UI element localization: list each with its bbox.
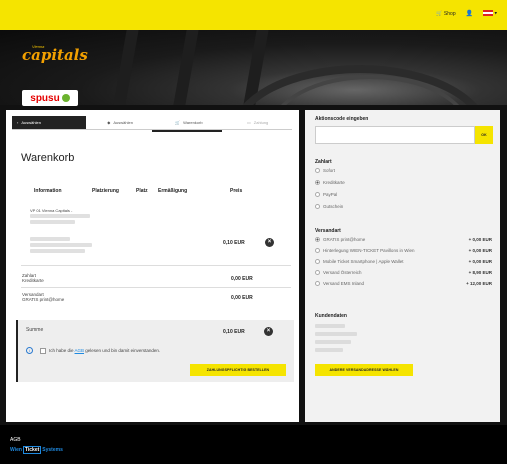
- shipping-price: + 0,00 EUR: [468, 237, 492, 242]
- shipping-price: + 12,00 EUR: [466, 281, 492, 286]
- step-select[interactable]: ‹ Auswählen: [12, 116, 86, 129]
- footer: AGB Wien Ticket Systems: [0, 425, 507, 464]
- radio-icon: [315, 270, 320, 275]
- sum-price: 0,10 EUR: [223, 329, 245, 335]
- capitals-logo[interactable]: Vienna capitals: [22, 44, 90, 70]
- ticket-price: 0,10 EUR: [223, 240, 245, 246]
- redacted-text: [315, 348, 343, 352]
- change-address-button[interactable]: ANDERE VERSANDADRESSE WÄHLEN: [315, 364, 413, 376]
- payment-option-sofort[interactable]: Sofort: [315, 168, 335, 173]
- shop-link[interactable]: 🛒 Shop: [436, 11, 455, 17]
- shipping-option-pavillon[interactable]: Hinterlegung WIEN-TICKET Pavillons in Wi…: [315, 248, 414, 253]
- shipping-option-ems[interactable]: Versand EMS Inland: [315, 281, 364, 286]
- divider: [21, 265, 291, 266]
- wien-ticket-logo[interactable]: Wien Ticket Systems: [10, 446, 63, 454]
- radio-icon: [315, 204, 320, 209]
- col-information: Information: [34, 188, 62, 194]
- cart-panel: ‹ Auswählen ◆ Auswählen 🛒 Warenkorb ▭ Zahlun…: [6, 110, 299, 422]
- shipping-value: GRATIS print@home: [22, 297, 65, 302]
- step-cart[interactable]: 🛒 Warenkorb: [155, 116, 224, 129]
- shipping-option-mobile[interactable]: Mobile Ticket Smartphone | Apple Wallet: [315, 259, 404, 264]
- top-nav: 🛒 Shop 👤 ▾: [436, 10, 497, 17]
- redacted-text: [315, 324, 345, 328]
- shipping-title: Versandart: [315, 228, 341, 234]
- radio-icon: [315, 248, 320, 253]
- redacted-text: [30, 237, 70, 241]
- radio-icon: [315, 281, 320, 286]
- promo-title: Aktionscode eingeben: [315, 116, 369, 122]
- step-progress-line: [12, 130, 292, 132]
- chevron-left-icon: ‹: [17, 120, 19, 125]
- radio-icon: [315, 168, 320, 173]
- terms-agb-link[interactable]: AGB: [75, 348, 85, 353]
- sponsor-logo: spusu: [22, 90, 78, 106]
- radio-icon: [315, 259, 320, 264]
- language-selector[interactable]: ▾: [483, 10, 497, 17]
- redacted-text: [315, 332, 357, 336]
- col-discount: Ermäßigung: [158, 188, 188, 194]
- promo-submit-button[interactable]: OK: [475, 126, 493, 144]
- payment-method-value: Kreditkarte: [22, 278, 44, 283]
- payment-option-paypal[interactable]: PayPal: [315, 192, 337, 197]
- step-select-2[interactable]: ◆ Auswählen: [86, 116, 155, 129]
- col-price: Preis: [230, 188, 243, 194]
- shipping-price: + 0,00 EUR: [468, 248, 492, 253]
- radio-icon: [315, 192, 320, 197]
- shipping-price: + 0,00 EUR: [468, 259, 492, 264]
- austria-flag-icon: [483, 10, 494, 17]
- hero-beam: [173, 30, 199, 105]
- ticket-title: VP 01 Vienna Capitals -: [30, 208, 73, 213]
- radio-selected-icon: [315, 180, 320, 185]
- summary-box: Summe 0,10 EUR × i Ich habe die AGB gele…: [16, 320, 294, 382]
- page-title: Warenkorb: [21, 152, 75, 164]
- redacted-text: [30, 249, 85, 253]
- checkout-sidebar: Aktionscode eingeben OK Zahlart Sofort K…: [305, 110, 500, 422]
- shipping-price: 0,00 EUR: [231, 295, 253, 301]
- col-placement: Platzierung: [92, 188, 119, 194]
- clear-cart-button[interactable]: ×: [264, 327, 273, 336]
- shipping-option-austria[interactable]: Versand Österreich: [315, 270, 362, 275]
- cart-icon: 🛒: [175, 120, 181, 125]
- customer-title: Kundendaten: [315, 313, 347, 319]
- payment-option-voucher[interactable]: Gutschein: [315, 204, 343, 209]
- terms-checkbox[interactable]: [40, 348, 46, 354]
- shipping-option-print-home[interactable]: GRATIS print@home: [315, 237, 365, 242]
- terms-text: Ich habe die AGB gelesen und bin damit e…: [49, 348, 161, 353]
- divider: [21, 287, 291, 288]
- payment-option-credit-card[interactable]: Kreditkarte: [315, 180, 345, 185]
- shipping-price: + 8,90 EUR: [468, 270, 492, 275]
- card-icon: ▭: [247, 120, 251, 125]
- step-payment: ▭ Zahlung: [247, 120, 269, 125]
- sponsor-dot-icon: [61, 94, 70, 102]
- sum-label: Summe: [26, 327, 44, 333]
- promo-code-input[interactable]: [315, 126, 475, 144]
- footer-agb-link[interactable]: AGB: [10, 437, 21, 443]
- tag-icon: ◆: [107, 120, 111, 125]
- radio-selected-icon: [315, 237, 320, 242]
- redacted-text: [30, 214, 90, 218]
- user-icon[interactable]: 👤: [466, 10, 473, 17]
- cart-icon: 🛒: [436, 10, 443, 17]
- info-icon[interactable]: i: [26, 347, 33, 354]
- hero-beam: [113, 30, 139, 105]
- checkout-steps: ‹ Auswählen ◆ Auswählen 🛒 Warenkorb ▭ Zahlun…: [12, 116, 292, 130]
- remove-ticket-button[interactable]: ×: [265, 238, 274, 247]
- payment-price: 0,00 EUR: [231, 276, 253, 282]
- order-button[interactable]: ZAHLUNGSPFLICHTIG BESTELLEN: [190, 364, 286, 376]
- payment-title: Zahlart: [315, 159, 332, 165]
- redacted-text: [315, 340, 351, 344]
- col-seat: Platz: [136, 188, 148, 194]
- redacted-text: [30, 220, 75, 224]
- redacted-text: [30, 243, 92, 247]
- top-bar: 🛒 Shop 👤 ▾: [0, 0, 507, 30]
